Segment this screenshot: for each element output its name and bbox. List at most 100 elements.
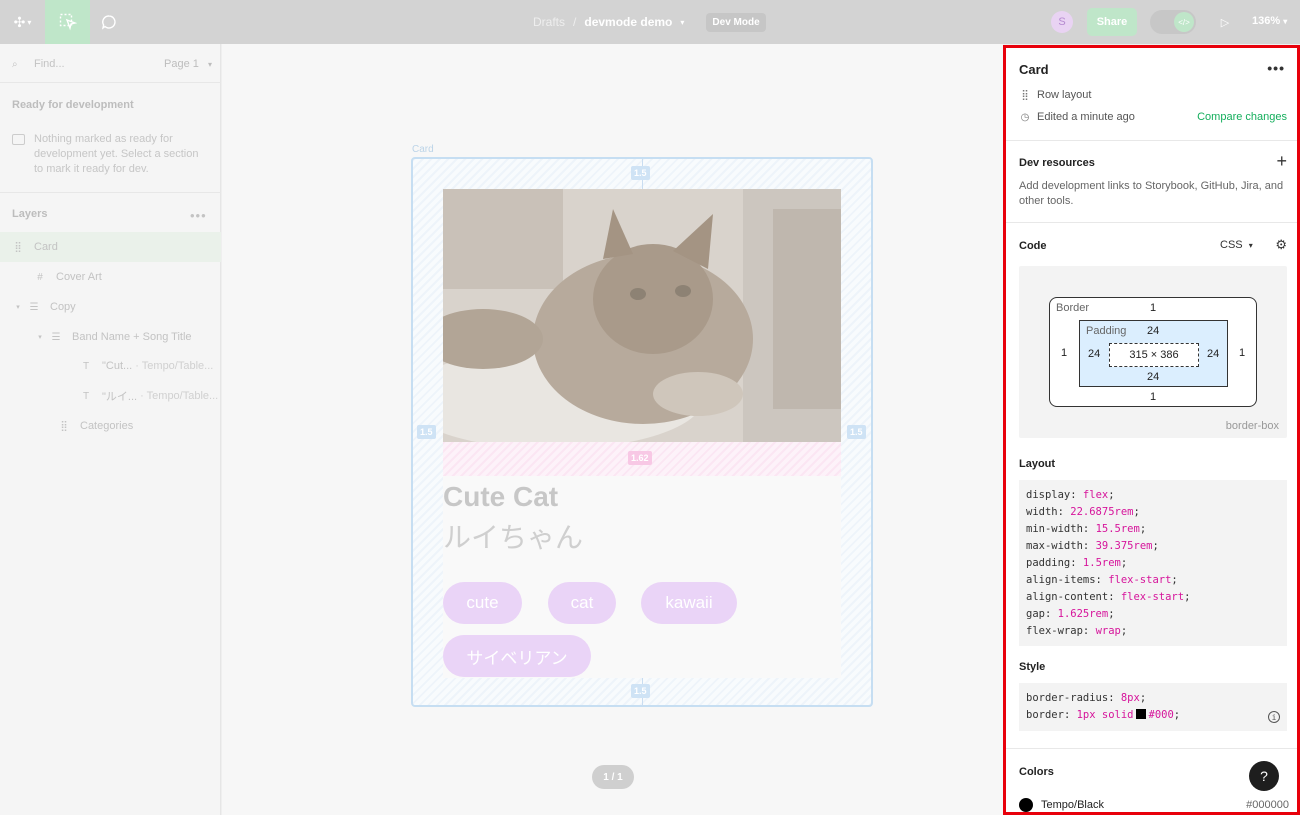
css-value: 1.5rem <box>1082 557 1121 569</box>
code-line: padding: 1.5rem; <box>1026 557 1128 569</box>
color-token-name: Tempo/Black <box>1041 799 1104 811</box>
box-sizing-label: border-box <box>1225 420 1279 432</box>
move-tool-button[interactable] <box>45 0 90 44</box>
cover-art-image[interactable] <box>443 189 841 442</box>
code-heading: Code <box>1019 240 1047 252</box>
section-icon <box>12 134 25 145</box>
more-options-icon[interactable]: ••• <box>1267 60 1285 76</box>
tag-cat[interactable]: cat <box>548 582 616 624</box>
colors-heading: Colors <box>1019 766 1054 778</box>
tag-kawaii[interactable]: kawaii <box>641 582 737 624</box>
row-layout-icon: ⣿ <box>1021 89 1029 101</box>
style-heading: Style <box>1019 661 1046 673</box>
ready-for-dev-heading: Ready for development <box>12 99 134 111</box>
css-value: flex-start <box>1120 591 1185 603</box>
auto-layout-icon: ☰ <box>29 301 39 313</box>
layer-item-copy[interactable]: ▾ ☰ Copy <box>0 292 221 322</box>
code-line: display: flex; <box>1026 489 1115 501</box>
chevron-down-icon: ▾ <box>27 17 32 27</box>
color-token-hex: #000000 <box>1246 799 1289 811</box>
code-line: min-width: 15.5rem; <box>1026 523 1147 535</box>
code-language-select[interactable]: CSS ▾ <box>1220 239 1253 251</box>
border-right-value: 1 <box>1239 347 1246 359</box>
layer-item-text-rui[interactable]: T "ルイ... · Tempo/Table... <box>0 381 221 411</box>
style-css-code[interactable]: border-radius: 8px; border: 1px solid #00… <box>1019 683 1287 731</box>
chevron-down-icon: ▾ <box>1248 241 1253 250</box>
dev-mode-toggle[interactable]: </> <box>1150 10 1196 34</box>
border-label: Border <box>1056 302 1090 314</box>
code-language-value: CSS <box>1220 239 1243 251</box>
user-avatar[interactable]: S <box>1051 11 1073 33</box>
code-line: flex-wrap: wrap; <box>1026 625 1128 637</box>
share-button[interactable]: Share <box>1087 8 1137 36</box>
sliders-icon: ⚙ <box>1275 237 1287 252</box>
border-bottom-value: 1 <box>1150 391 1157 403</box>
divider <box>0 82 221 83</box>
main-menu-button[interactable]: ✣ ▾ <box>0 0 45 44</box>
zoom-level[interactable]: 136% ▾ <box>1252 15 1287 27</box>
layout-type-label: Row layout <box>1037 89 1092 101</box>
page-indicator[interactable]: 1 / 1 <box>592 765 634 789</box>
canvas[interactable]: Card Cute Cat ルイちゃん cute cat kawaii サイベリ… <box>222 44 1003 815</box>
css-value: wrap <box>1095 625 1121 637</box>
card-title[interactable]: Cute Cat <box>443 481 558 513</box>
css-value: 1px solid <box>1076 709 1134 721</box>
breadcrumb: Drafts / devmode demo ▾ Dev Mode <box>533 12 766 32</box>
layer-label: Cover Art <box>56 271 102 283</box>
code-line: align-items: flex-start; <box>1026 574 1178 586</box>
layer-item-band-name[interactable]: ▾ ☰ Band Name + Song Title <box>0 322 221 352</box>
find-bar[interactable]: ⌕ Find... Page 1 ▾ <box>12 57 212 71</box>
more-options-icon[interactable]: ••• <box>190 208 207 223</box>
chevron-down-icon[interactable]: ▾ <box>14 303 22 311</box>
css-value: 8px <box>1120 692 1140 704</box>
chevron-down-icon[interactable]: ▾ <box>680 18 684 27</box>
compare-changes-link[interactable]: Compare changes <box>1197 111 1287 123</box>
layer-label: Card <box>34 241 58 253</box>
color-token-row[interactable]: Tempo/Black #000000 <box>1019 798 1289 812</box>
cursor-select-icon <box>59 13 77 31</box>
padding-right-value: 24 <box>1207 348 1220 360</box>
chevron-down-icon[interactable]: ▾ <box>36 333 44 341</box>
layer-item-cover-art[interactable]: # Cover Art <box>0 262 221 292</box>
css-property: flex-wrap <box>1026 625 1083 637</box>
chevron-down-icon: ▾ <box>207 60 212 69</box>
layout-css-code[interactable]: display: flex; width: 22.6875rem; min-wi… <box>1019 480 1287 646</box>
layer-item-text-cute[interactable]: T "Cut... · Tempo/Table... <box>0 351 221 381</box>
find-input[interactable]: Find... <box>34 58 65 70</box>
code-line: align-content: flex-start; <box>1026 591 1191 603</box>
css-property: align-content <box>1026 591 1109 603</box>
tag-cute[interactable]: cute <box>443 582 522 624</box>
edited-row: ◷ Edited a minute ago <box>1019 111 1135 123</box>
copy-frame[interactable]: Cute Cat ルイちゃん cute cat kawaii サイベリアン <box>443 476 841 678</box>
code-line: gap: 1.625rem; <box>1026 608 1115 620</box>
info-icon[interactable]: i <box>1268 711 1280 723</box>
page-label: Page 1 <box>164 58 199 70</box>
text-icon: T <box>82 360 90 372</box>
code-settings-button[interactable]: ⚙ <box>1275 237 1287 253</box>
card-subtitle[interactable]: ルイちゃん <box>443 516 583 556</box>
plus-icon: + <box>1276 151 1287 171</box>
edited-label: Edited a minute ago <box>1037 111 1135 123</box>
dev-resources-heading: Dev resources <box>1019 157 1095 169</box>
css-property: display <box>1026 489 1071 501</box>
add-resource-button[interactable]: + <box>1276 152 1287 170</box>
question-icon: ? <box>1260 768 1268 784</box>
layer-item-categories[interactable]: ⣿ Categories <box>0 411 221 441</box>
css-property: max-width <box>1026 540 1083 552</box>
layer-style: · Tempo/Table... <box>135 360 214 372</box>
breadcrumb-separator: / <box>573 15 577 29</box>
page-selector[interactable]: Page 1 ▾ <box>164 58 212 70</box>
present-play-button[interactable]: ▷ <box>1216 13 1234 31</box>
tag-siberian[interactable]: サイベリアン <box>443 635 591 677</box>
frame-label[interactable]: Card <box>412 144 434 155</box>
comment-tool-button[interactable] <box>93 0 125 44</box>
css-property: border <box>1026 709 1064 721</box>
padding-bottom-measure: 1.5 <box>631 684 650 698</box>
figma-logo-icon: ✣ <box>13 13 26 30</box>
card-frame[interactable]: Cute Cat ルイちゃん cute cat kawaii サイベリアン 1.… <box>411 157 873 707</box>
help-button[interactable]: ? <box>1249 761 1279 791</box>
css-value: 15.5rem <box>1095 523 1140 535</box>
file-name[interactable]: devmode demo <box>584 15 672 29</box>
layer-item-card[interactable]: ⣿ Card <box>0 232 221 262</box>
breadcrumb-project[interactable]: Drafts <box>533 15 565 29</box>
